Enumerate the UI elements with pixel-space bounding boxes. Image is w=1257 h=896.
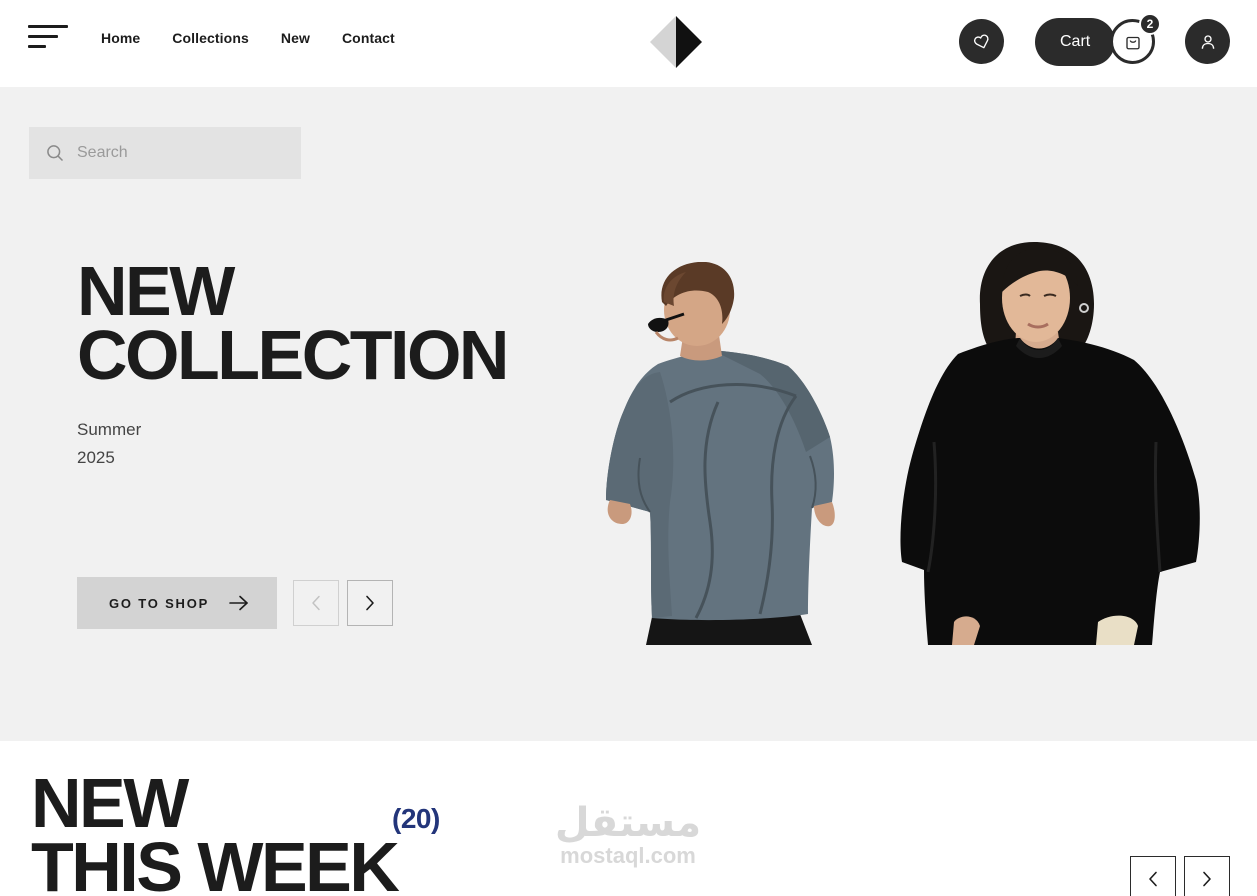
page: Home Collections New Contact Cart 2 Sear… [0,0,1257,896]
hero-title: NEW COLLECTION [77,252,509,394]
new-this-week-section: NEW THIS WEEK (20) مستقل mostaql.com [0,741,1257,896]
watermark-latin: mostaql.com [560,843,696,868]
hamburger-icon [28,25,68,28]
go-to-shop-label: GO TO SHOP [109,595,210,611]
product-count: (20) [392,803,440,834]
cart-label: Cart [1060,33,1091,50]
search-input[interactable] [77,144,277,162]
season-label: Summer 2025 [77,416,141,472]
account-button[interactable] [1185,19,1230,64]
product-image-black-tee[interactable] [898,242,1203,645]
site-header: Home Collections New Contact Cart 2 [0,0,1257,87]
product-image-grey-tee[interactable] [600,262,840,645]
cart-count-badge: 2 [1139,13,1161,35]
main-nav: Home Collections New Contact [101,30,395,46]
diamond-logo[interactable] [650,16,702,68]
chevron-left-icon [1149,871,1157,887]
hero-prev-button[interactable] [293,580,339,626]
section-title-line: NEW [31,764,189,842]
nav-link-collections[interactable]: Collections [172,30,249,46]
search-box[interactable] [29,127,301,179]
section-next-button[interactable] [1184,856,1230,896]
hero-section: NEW COLLECTION Summer 2025 GO TO SHOP [0,87,1257,741]
season-year: 2025 [77,448,115,467]
go-to-shop-button[interactable]: GO TO SHOP [77,577,277,629]
cart-button[interactable]: Cart [1035,18,1115,66]
section-title: NEW THIS WEEK [31,764,400,896]
nav-link-home[interactable]: Home [101,30,140,46]
search-icon [47,145,64,162]
section-prev-button[interactable] [1130,856,1176,896]
watermark-arabic: مستقل [554,800,702,846]
wishlist-button[interactable] [959,19,1004,64]
hero-title-line: NEW [77,252,235,330]
season-name: Summer [77,420,142,439]
chevron-right-icon [366,595,374,611]
heart-icon [973,33,989,48]
hamburger-menu-button[interactable] [28,25,70,51]
hamburger-line [28,35,58,38]
nav-link-contact[interactable]: Contact [342,30,395,46]
mostaql-watermark: مستقل mostaql.com [548,801,708,867]
chevron-right-icon [1203,871,1211,887]
arrow-right-icon [229,595,248,611]
hamburger-line [28,45,46,48]
shopping-bag-icon [1125,36,1140,49]
section-title-line: THIS WEEK [31,828,400,896]
chevron-left-icon [312,595,320,611]
nav-link-new[interactable]: New [281,30,310,46]
user-icon [1201,34,1214,49]
hero-title-line: COLLECTION [77,316,509,394]
hero-next-button[interactable] [347,580,393,626]
